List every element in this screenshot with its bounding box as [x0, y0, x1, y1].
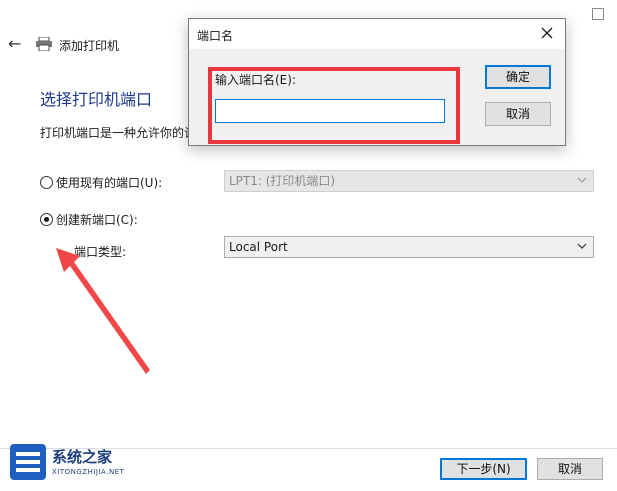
existing-port-label: 使用现有的端口(U):: [56, 176, 163, 190]
annotation-arrow: [56, 248, 150, 374]
highlight-box: [208, 67, 460, 144]
new-port-radio[interactable]: [40, 213, 53, 226]
page-heading: 选择打印机端口: [40, 90, 153, 109]
chevron-down-icon: [577, 177, 587, 183]
dialog-title: 端口名: [197, 29, 234, 43]
maximize-icon[interactable]: [592, 8, 604, 20]
existing-port-value: LPT1: (打印机端口): [229, 174, 336, 188]
new-port-label: 创建新端口(C):: [56, 213, 138, 227]
watermark-domain: XITONGZHIJIA.NET: [52, 468, 125, 476]
port-type-select[interactable]: Local Port: [224, 236, 594, 258]
next-button[interactable]: 下一步(N): [440, 458, 527, 480]
dialog-titlebar: [189, 19, 565, 49]
close-icon[interactable]: [539, 25, 555, 41]
existing-port-select: LPT1: (打印机端口): [224, 170, 594, 192]
existing-port-radio[interactable]: [40, 176, 53, 189]
page-description: 打印机端口是一种允许你的计: [40, 126, 197, 140]
dialog-cancel-button[interactable]: 取消: [485, 102, 551, 126]
printer-icon: [36, 37, 52, 51]
watermark-name: 系统之家: [52, 448, 113, 466]
port-type-value: Local Port: [229, 240, 288, 254]
chevron-down-icon: [577, 243, 587, 249]
back-arrow-icon[interactable]: ←: [8, 36, 24, 52]
window-title: 添加打印机: [59, 39, 120, 53]
wizard-cancel-button[interactable]: 取消: [537, 458, 603, 480]
ok-button[interactable]: 确定: [485, 65, 551, 89]
